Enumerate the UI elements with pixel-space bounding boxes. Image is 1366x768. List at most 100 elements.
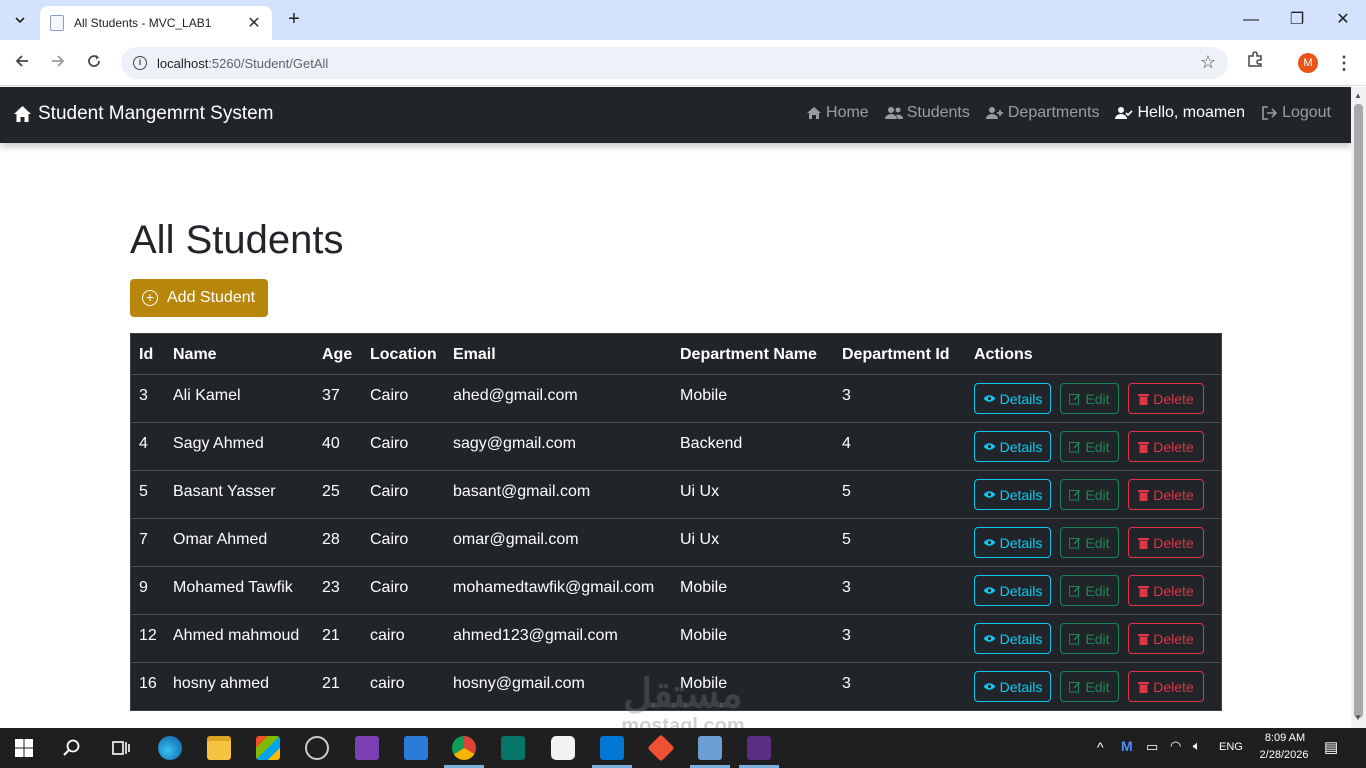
edit-button[interactable]: Edit bbox=[1060, 623, 1119, 654]
nav-user-label: Hello, moamen bbox=[1137, 104, 1246, 121]
delete-button[interactable]: Delete bbox=[1128, 575, 1204, 606]
delete-button[interactable]: Delete bbox=[1128, 479, 1204, 510]
wifi-icon[interactable]: ◠ bbox=[1170, 738, 1181, 754]
cell-email: hosny@gmail.com bbox=[453, 675, 585, 692]
windows-taskbar: ^ M ▭ ◠ 🔈︎ ENG 8:09 AM 2/28/2026 ▤ bbox=[0, 728, 1366, 768]
cell-email: omar@gmail.com bbox=[453, 531, 579, 548]
restore-button[interactable]: ❐ bbox=[1284, 8, 1310, 32]
photos-icon[interactable] bbox=[698, 736, 722, 760]
clock-date[interactable]: 2/28/2026 bbox=[1253, 749, 1315, 761]
nav-link-home[interactable]: Home bbox=[806, 104, 869, 122]
publisher-icon[interactable] bbox=[501, 736, 525, 760]
chrome-icon[interactable] bbox=[452, 736, 476, 760]
details-button[interactable]: Details bbox=[974, 383, 1051, 414]
edit-button[interactable]: Edit bbox=[1060, 383, 1119, 414]
user-check-icon bbox=[1115, 107, 1134, 119]
nav-students-label: Students bbox=[906, 104, 970, 121]
edit-button[interactable]: Edit bbox=[1060, 479, 1119, 510]
vscode-icon[interactable] bbox=[600, 736, 624, 760]
page-scrollbar[interactable]: ▲ ▼ bbox=[1351, 87, 1366, 728]
forward-button[interactable] bbox=[45, 50, 71, 76]
bookmark-star-icon[interactable]: ☆ bbox=[1200, 52, 1216, 73]
delete-button[interactable]: Delete bbox=[1128, 527, 1204, 558]
scroll-up-arrow-icon[interactable]: ▲ bbox=[1354, 91, 1362, 100]
nav-link-logout[interactable]: Logout bbox=[1261, 104, 1331, 122]
cell-age: 23 bbox=[322, 579, 340, 596]
delete-button[interactable]: Delete bbox=[1128, 623, 1204, 654]
details-button[interactable]: Details bbox=[974, 479, 1051, 510]
sql-icon[interactable] bbox=[747, 736, 771, 760]
search-icon[interactable] bbox=[60, 736, 84, 760]
new-tab-button[interactable]: + bbox=[282, 8, 306, 32]
nav-link-departments[interactable]: Departments bbox=[985, 104, 1099, 122]
details-button[interactable]: Details bbox=[974, 575, 1051, 606]
address-bar[interactable]: i localhost:5260/Student/GetAll ☆ bbox=[121, 47, 1228, 79]
profile-avatar[interactable]: M bbox=[1298, 53, 1318, 73]
reload-button[interactable] bbox=[81, 50, 107, 76]
delete-button[interactable]: Delete bbox=[1128, 383, 1204, 414]
cell-name: hosny ahmed bbox=[173, 675, 270, 692]
trash-icon bbox=[1138, 633, 1150, 645]
col-header-id: Id bbox=[139, 346, 154, 363]
volume-icon[interactable]: 🔈︎ bbox=[1193, 738, 1201, 754]
details-label: Details bbox=[999, 582, 1043, 599]
table-row: 3 Ali Kamel 37 Cairo ahed@gmail.com Mobi… bbox=[131, 375, 1221, 423]
details-button[interactable]: Details bbox=[974, 527, 1051, 558]
xampp-icon[interactable] bbox=[404, 736, 428, 760]
minimize-button[interactable]: — bbox=[1238, 8, 1264, 32]
cell-name: Mohamed Tawfik bbox=[173, 579, 293, 596]
clock-time[interactable]: 8:09 AM bbox=[1259, 732, 1311, 744]
edit-button[interactable]: Edit bbox=[1060, 575, 1119, 606]
table-row: 12 Ahmed mahmoud 21 cairo ahmed123@gmail… bbox=[131, 615, 1221, 663]
details-button[interactable]: Details bbox=[974, 623, 1051, 654]
scrollbar-thumb[interactable] bbox=[1354, 104, 1363, 718]
back-button[interactable] bbox=[9, 50, 35, 76]
tray-chevron-up-icon[interactable]: ^ bbox=[1097, 739, 1104, 755]
col-header-actions: Actions bbox=[974, 346, 1033, 363]
cell-location: cairo bbox=[370, 627, 405, 644]
git-icon[interactable] bbox=[647, 734, 675, 762]
delete-button[interactable]: Delete bbox=[1128, 431, 1204, 462]
tray-app-icon[interactable]: M bbox=[1121, 738, 1133, 754]
navbar-brand[interactable]: Student Mangemrnt System bbox=[13, 103, 274, 125]
windows-start-icon[interactable] bbox=[12, 736, 36, 760]
notifications-icon[interactable]: ▤ bbox=[1324, 738, 1338, 756]
camera-icon[interactable] bbox=[551, 736, 575, 760]
edit-button[interactable]: Edit bbox=[1060, 431, 1119, 462]
edit-button[interactable]: Edit bbox=[1060, 671, 1119, 702]
site-info-icon[interactable]: i bbox=[133, 56, 147, 70]
edit-label: Edit bbox=[1085, 438, 1110, 455]
details-button[interactable]: Details bbox=[974, 431, 1051, 462]
store-icon[interactable] bbox=[256, 736, 280, 760]
extensions-icon[interactable] bbox=[1242, 50, 1268, 76]
visual-studio-icon[interactable] bbox=[355, 736, 379, 760]
url-text[interactable]: localhost:5260/Student/GetAll bbox=[157, 56, 328, 71]
browser-menu-icon[interactable]: ⋮ bbox=[1334, 50, 1354, 76]
cell-email: basant@gmail.com bbox=[453, 483, 591, 500]
delete-label: Delete bbox=[1153, 438, 1194, 455]
browser-tab[interactable]: All Students - MVC_LAB1 ✕ bbox=[40, 6, 272, 40]
details-button[interactable]: Details bbox=[974, 671, 1051, 702]
file-explorer-icon[interactable] bbox=[207, 736, 231, 760]
cell-id: 4 bbox=[139, 435, 148, 452]
nav-link-students[interactable]: Students bbox=[884, 104, 970, 122]
cell-location: Cairo bbox=[370, 579, 409, 596]
tab-search-button[interactable] bbox=[8, 8, 32, 32]
window-close-button[interactable]: ✕ bbox=[1330, 8, 1356, 32]
cell-id: 5 bbox=[139, 483, 148, 500]
edge-icon[interactable] bbox=[158, 736, 182, 760]
col-header-name: Name bbox=[173, 346, 217, 363]
task-view-icon[interactable] bbox=[108, 736, 132, 760]
cell-name: Sagy Ahmed bbox=[173, 435, 264, 452]
url-path: :5260/Student/GetAll bbox=[208, 55, 329, 71]
edit-button[interactable]: Edit bbox=[1060, 527, 1119, 558]
cell-department-name: Mobile bbox=[680, 627, 728, 644]
language-indicator[interactable]: ENG bbox=[1219, 741, 1243, 753]
delete-label: Delete bbox=[1153, 486, 1194, 503]
scroll-down-arrow-icon[interactable]: ▼ bbox=[1354, 713, 1362, 722]
delete-button[interactable]: Delete bbox=[1128, 671, 1204, 702]
add-student-button[interactable]: + Add Student bbox=[130, 279, 268, 317]
obs-icon[interactable] bbox=[305, 736, 329, 760]
tab-close-icon[interactable]: ✕ bbox=[246, 13, 262, 33]
battery-icon[interactable]: ▭ bbox=[1146, 739, 1158, 755]
